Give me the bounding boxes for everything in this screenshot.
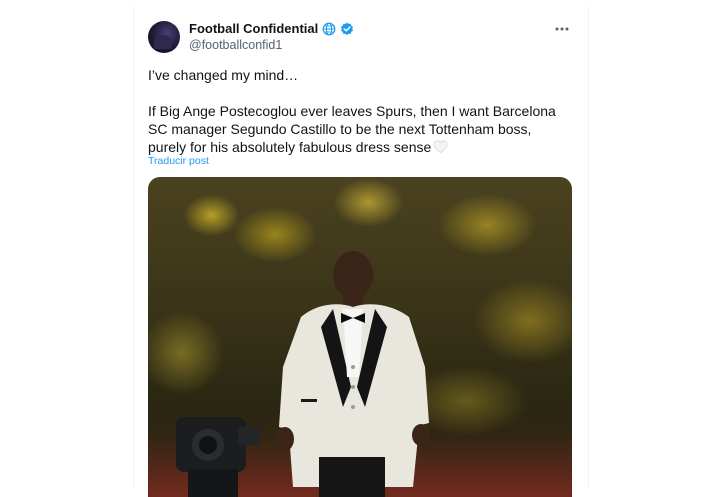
tweet-image[interactable] <box>148 177 572 497</box>
display-name[interactable]: Football Confidential <box>189 20 318 37</box>
tweet-paragraph-1: I’ve changed my mind… <box>148 67 299 83</box>
verified-badge-icon[interactable] <box>340 22 354 36</box>
author-names: Football Confidential @footballconfid1 <box>189 20 354 54</box>
avatar[interactable] <box>148 21 180 53</box>
white-heart-icon <box>433 140 448 158</box>
name-row: Football Confidential <box>189 20 354 37</box>
tweet-paragraph-2: If Big Ange Postecoglou ever leaves Spur… <box>148 102 568 158</box>
translate-post-link[interactable]: Traducir post <box>148 155 209 167</box>
man-in-tuxedo <box>276 251 430 497</box>
tweet-header: Football Confidential @footballconfid1 <box>148 20 354 54</box>
tweet-text: I’ve changed my mind… If Big Ange Postec… <box>148 66 568 158</box>
handle[interactable]: @footballconfid1 <box>189 37 354 54</box>
tweet-paragraph-2-text: If Big Ange Postecoglou ever leaves Spur… <box>148 103 556 155</box>
more-options-icon[interactable] <box>552 22 572 36</box>
tweet-card: Football Confidential @footballconfid1 I… <box>133 6 589 497</box>
globe-icon <box>322 22 336 36</box>
